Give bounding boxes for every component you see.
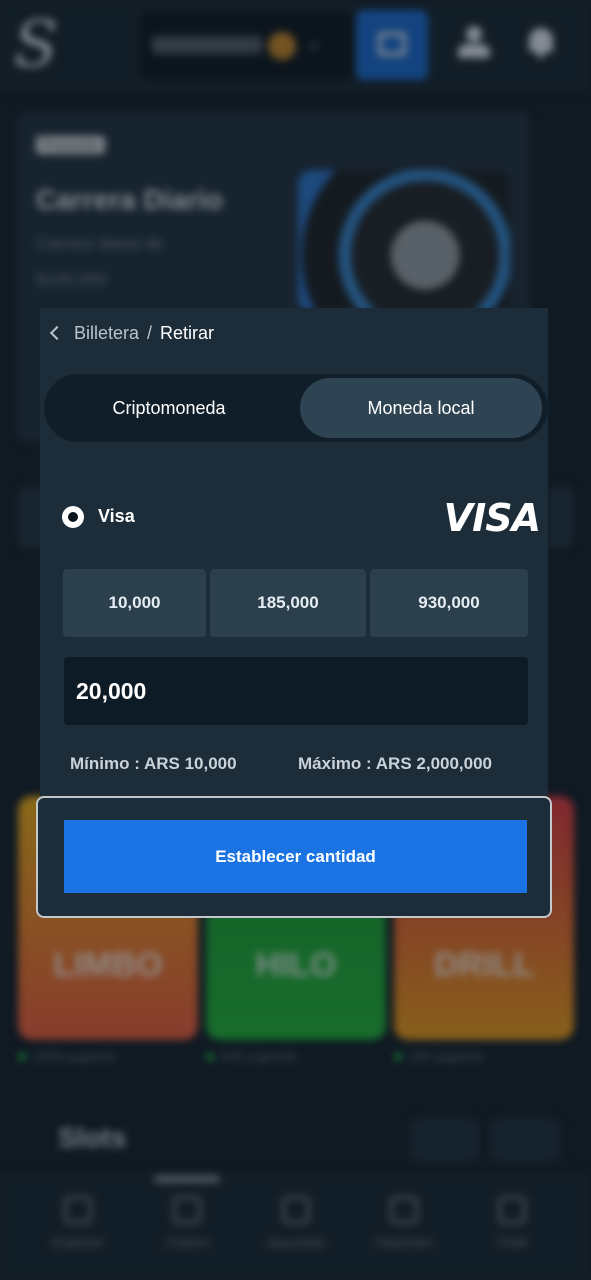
withdraw-panel: Billetera / Retirar Criptomoneda Moneda …	[40, 308, 548, 796]
preset-amount-button[interactable]: 930,000	[370, 569, 528, 637]
max-limit: Máximo : ARS 2,000,000	[298, 754, 493, 773]
min-limit: Mínimo : ARS 10,000	[70, 754, 237, 773]
back-icon[interactable]	[49, 325, 65, 341]
currency-tabs: Criptomoneda Moneda local	[44, 374, 548, 442]
payment-method-visa[interactable]: Visa VISA	[62, 496, 541, 540]
amount-input[interactable]: 20,000	[64, 657, 528, 725]
tab-moneda-local[interactable]: Moneda local	[300, 378, 542, 438]
cta-container: Establecer cantidad	[36, 796, 552, 918]
breadcrumb-current: Retirar	[160, 322, 215, 343]
breadcrumb: Billetera / Retirar	[48, 322, 214, 344]
visa-logo: VISA	[443, 496, 541, 540]
tab-criptomoneda[interactable]: Criptomoneda	[48, 378, 290, 438]
preset-amount-button[interactable]: 10,000	[63, 569, 206, 637]
limits-row: Mínimo : ARS 10,000 Máximo : ARS 2,000,0…	[70, 754, 530, 774]
breadcrumb-parent[interactable]: Billetera	[74, 323, 139, 344]
set-amount-button[interactable]: Establecer cantidad	[64, 820, 527, 893]
method-label: Visa	[98, 506, 135, 526]
radio-button[interactable]	[62, 506, 84, 528]
breadcrumb-separator: /	[147, 322, 153, 343]
preset-amount-button[interactable]: 185,000	[210, 569, 366, 637]
